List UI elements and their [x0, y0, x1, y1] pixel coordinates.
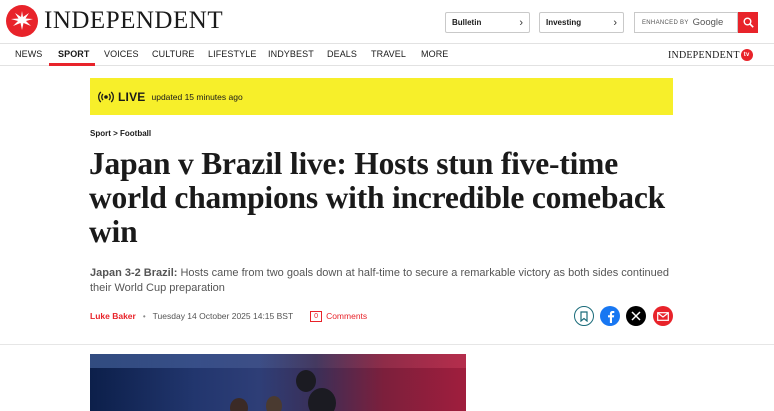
live-broadcast-icon: [98, 91, 114, 102]
site-logo[interactable]: INDEPENDENT: [6, 5, 223, 37]
main-nav: NEWS SPORT VOICES CULTURE LIFESTYLE INDY…: [0, 43, 774, 66]
live-banner[interactable]: LIVE updated 15 minutes ago: [90, 78, 673, 115]
nav-item-voices[interactable]: VOICES: [104, 49, 139, 59]
author-link[interactable]: Luke Baker: [90, 311, 136, 321]
bookmark-button[interactable]: [574, 306, 594, 326]
standfirst-score: Japan 3-2 Brazil:: [90, 267, 178, 279]
live-updated-text: updated 15 minutes ago: [151, 91, 243, 102]
investing-dropdown[interactable]: Investing ›: [539, 12, 624, 33]
nav-item-lifestyle[interactable]: LIFESTYLE: [208, 49, 256, 59]
investing-label: Investing: [546, 18, 582, 27]
bulletin-dropdown[interactable]: Bulletin ›: [445, 12, 530, 33]
live-label: LIVE: [118, 89, 146, 104]
nav-item-deals[interactable]: DEALS: [327, 49, 357, 59]
nav-item-sport[interactable]: SPORT: [58, 49, 90, 59]
google-label: Google: [692, 17, 724, 28]
search-button[interactable]: [738, 12, 758, 33]
byline: Luke Baker • Tuesday 14 October 2025 14:…: [90, 309, 367, 323]
hero-player-figure: [230, 398, 248, 411]
nav-item-indybest[interactable]: INDYBEST: [268, 49, 314, 59]
chevron-right-icon: ›: [613, 17, 617, 29]
search-enhanced-label: ENHANCED BY: [642, 19, 689, 26]
site-header: INDEPENDENT Bulletin › Investing › ENHAN…: [0, 0, 774, 43]
bookmark-icon: [580, 310, 588, 322]
comments-label: Comments: [326, 311, 368, 321]
x-icon: [631, 311, 641, 321]
tv-badge: tv: [740, 49, 753, 61]
search-icon: [743, 17, 754, 28]
comments-link[interactable]: 0 Comments: [310, 310, 368, 322]
logo-wordmark: INDEPENDENT: [44, 7, 224, 34]
article-standfirst: Japan 3-2 Brazil: Hosts came from two go…: [90, 266, 690, 296]
x-share-button[interactable]: [626, 306, 646, 326]
byline-separator: •: [142, 311, 146, 321]
hero-player-figure: [296, 370, 316, 392]
article-headline: Japan v Brazil live: Hosts stun five-tim…: [89, 146, 665, 249]
standfirst-body: Hosts came from two goals down at half-t…: [90, 267, 669, 294]
bulletin-label: Bulletin: [452, 18, 482, 27]
nav-item-travel[interactable]: TRAVEL: [371, 49, 406, 59]
nav-item-news[interactable]: NEWS: [15, 49, 42, 59]
facebook-share-button[interactable]: [600, 306, 620, 326]
search-input[interactable]: ENHANCED BY Google: [634, 12, 738, 33]
independent-tv-wordmark: INDEPENDENT: [668, 49, 740, 61]
nav-item-more[interactable]: MORE: [421, 49, 448, 59]
publish-date: Tuesday 14 October 2025 14:15 BST: [152, 311, 294, 321]
comment-count-badge: 0: [310, 310, 323, 322]
email-icon: [657, 311, 669, 321]
independent-tv-link[interactable]: INDEPENDENT tv: [668, 49, 753, 61]
eagle-logo-icon: [6, 5, 38, 37]
hero-stadium-banner: [90, 354, 466, 368]
facebook-icon: [607, 310, 614, 323]
active-tab-indicator: [49, 63, 95, 66]
hero-player-figure: [266, 396, 282, 411]
breadcrumb[interactable]: Sport > Football: [90, 129, 151, 138]
section-divider: [0, 344, 774, 345]
nav-item-culture[interactable]: CULTURE: [152, 49, 195, 59]
hero-player-figure: [308, 388, 336, 411]
article-hero-image[interactable]: [90, 354, 466, 411]
chevron-right-icon: ›: [519, 17, 523, 29]
email-share-button[interactable]: [653, 306, 673, 326]
